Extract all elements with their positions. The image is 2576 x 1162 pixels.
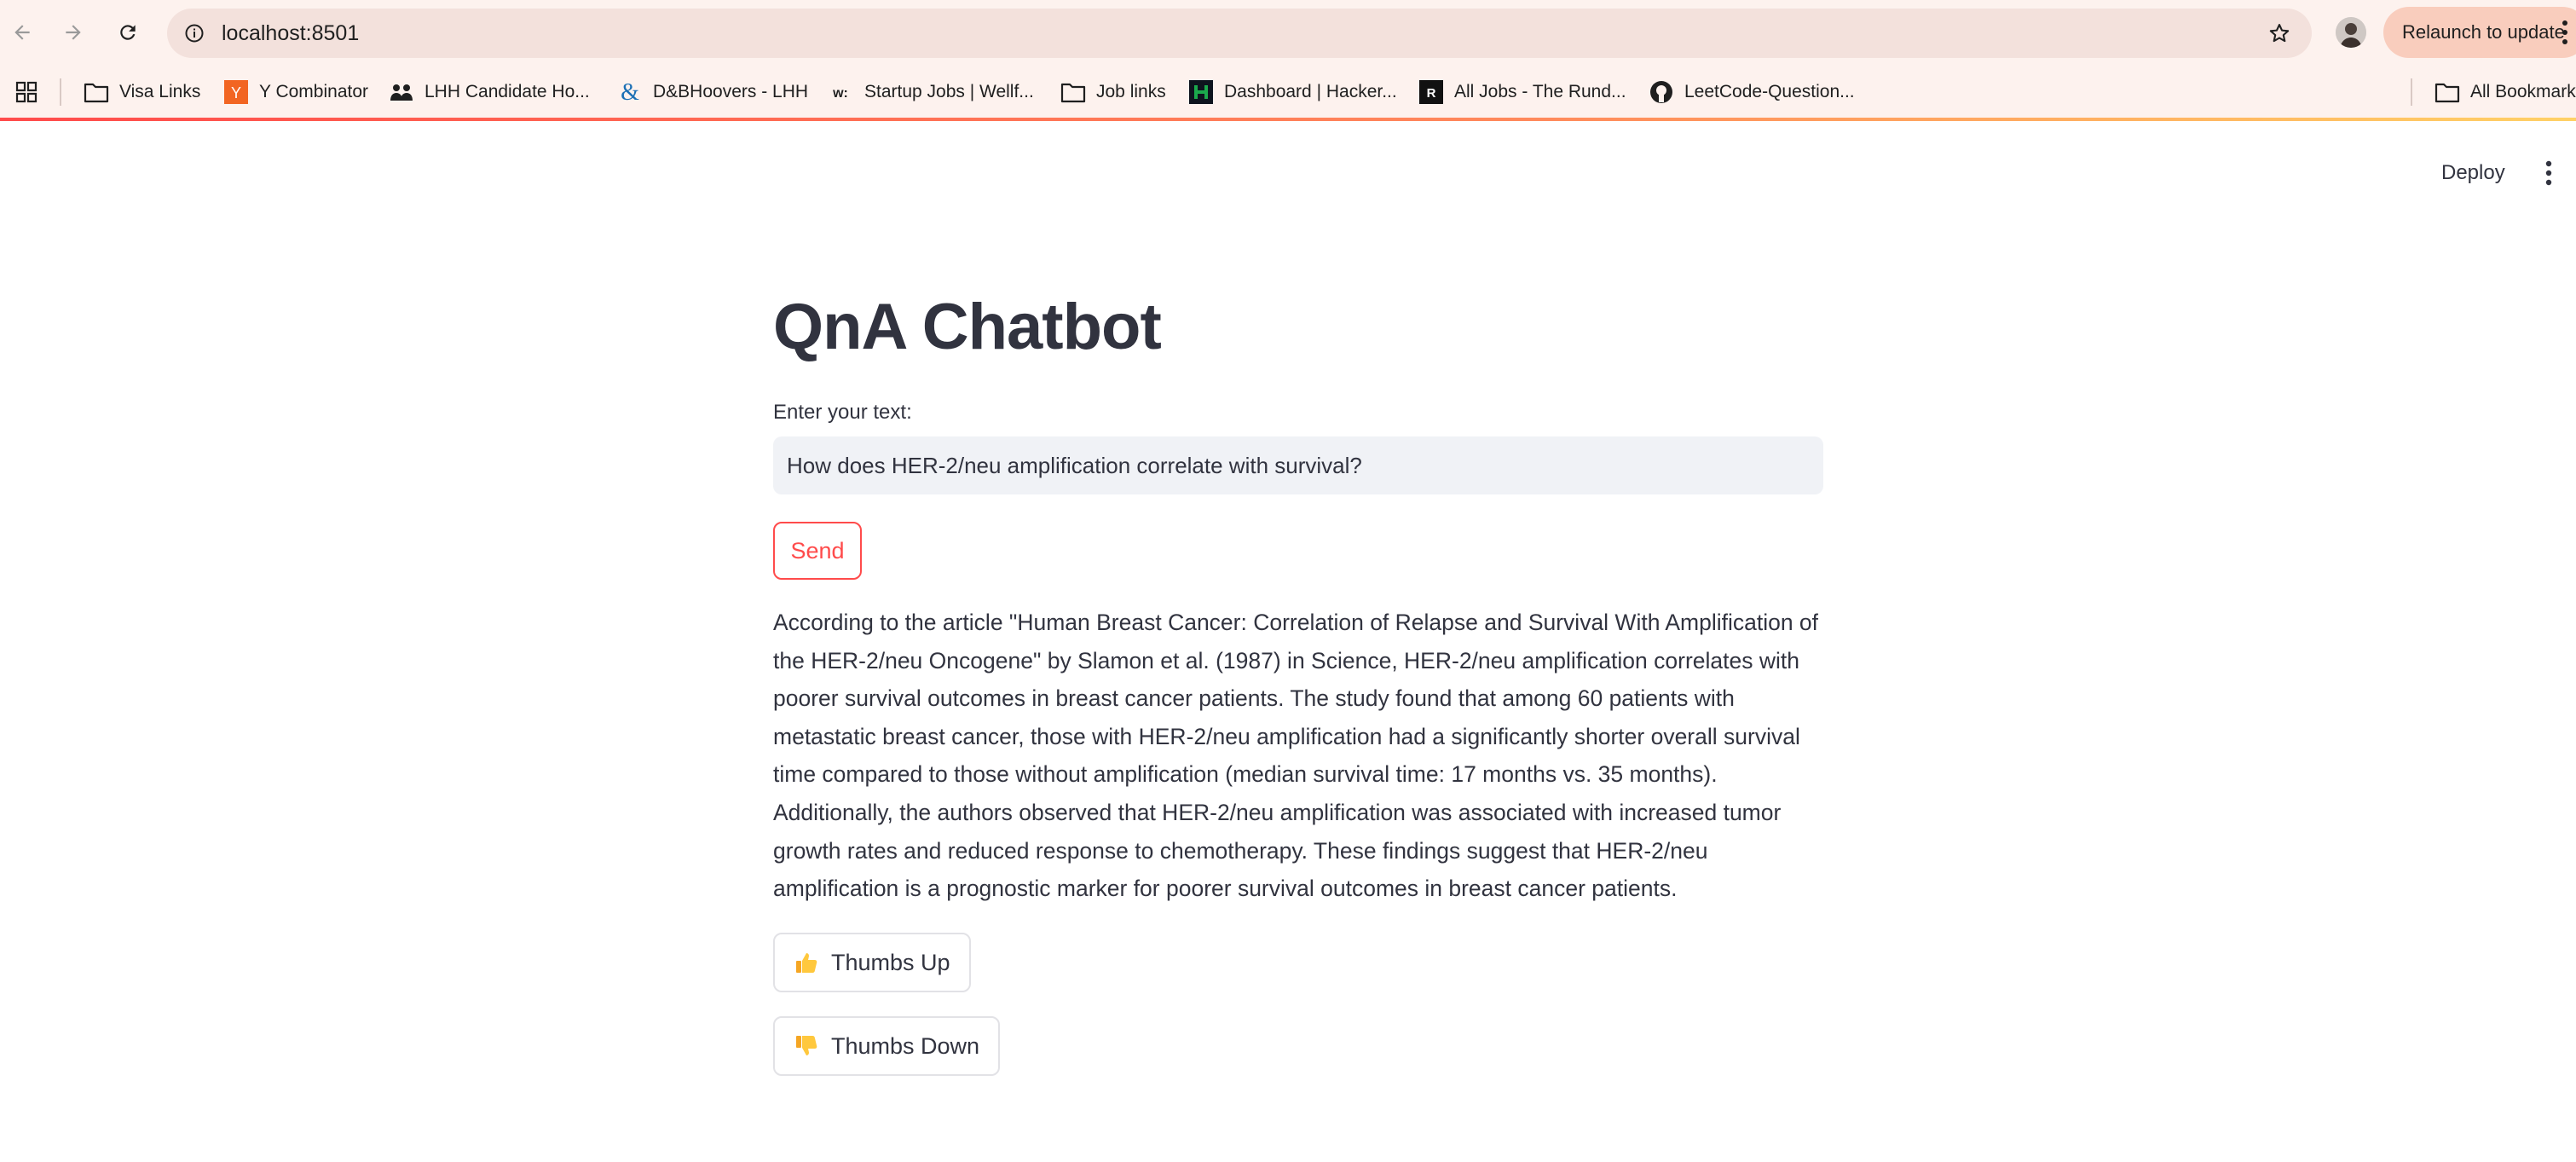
browser-toolbar: localhost:8501 Relaunch to update <box>0 0 2576 65</box>
bookmark-label: LeetCode-Question... <box>1684 82 1855 101</box>
bookmark-rundown[interactable]: R All Jobs - The Rund... <box>1418 65 1626 119</box>
send-button[interactable]: Send <box>773 522 862 580</box>
relaunch-button[interactable]: Relaunch to update <box>2383 7 2576 58</box>
site-info-icon[interactable] <box>181 20 208 47</box>
svg-text:Y: Y <box>231 84 241 101</box>
apps-grid-icon[interactable] <box>14 79 39 105</box>
profile-avatar[interactable] <box>2336 17 2366 48</box>
folder-icon <box>1060 79 1086 105</box>
thumbs-down-icon <box>796 1036 817 1055</box>
bookmark-label: LHH Candidate Ho... <box>425 82 590 101</box>
all-bookmarks[interactable]: All Bookmark <box>2434 65 2576 119</box>
chrome-menu-icon[interactable] <box>2561 19 2569 46</box>
question-input[interactable] <box>773 436 1823 494</box>
bookmark-hackerrank[interactable]: Dashboard | Hacker... <box>1188 65 1397 119</box>
hackerrank-icon <box>1188 79 1214 105</box>
bookmark-dnb-hoovers[interactable]: & D&BHoovers - LHH <box>617 65 808 119</box>
bookmark-lhh-candidate[interactable]: LHH Candidate Ho... <box>389 65 590 119</box>
back-button[interactable] <box>5 15 39 49</box>
address-bar[interactable]: localhost:8501 <box>167 9 2312 58</box>
bookmark-job-links[interactable]: Job links <box>1060 65 1166 119</box>
svg-text:&: & <box>621 80 639 104</box>
thumbs-up-label: Thumbs Up <box>831 949 950 975</box>
folder-icon <box>84 79 109 105</box>
bookmark-label: D&BHoovers - LHH <box>653 82 809 101</box>
bookmark-label: All Jobs - The Rund... <box>1454 82 1626 101</box>
answer-text: According to the article "Human Breast C… <box>773 610 1819 902</box>
thumbs-down-label: Thumbs Down <box>831 1032 980 1059</box>
main-menu-icon[interactable] <box>2538 159 2559 188</box>
bookmarks-divider <box>2411 78 2412 106</box>
arrow-right-icon <box>66 25 81 40</box>
all-bookmarks-label: All Bookmark <box>2470 82 2576 101</box>
arrow-left-icon <box>14 25 30 40</box>
reload-button[interactable] <box>111 15 145 49</box>
deploy-button[interactable]: Deploy <box>2428 152 2519 194</box>
bookmark-label: Y Combinator <box>259 82 369 101</box>
ycombinator-icon: Y <box>223 79 249 105</box>
input-label: Enter your text: <box>773 401 912 424</box>
bookmark-y-combinator[interactable]: Y Y Combinator <box>223 65 368 119</box>
header-decoration-line <box>0 118 2576 121</box>
bookmarks-divider <box>60 78 61 106</box>
svg-text:w:: w: <box>832 86 848 101</box>
rundown-icon: R <box>1418 79 1444 105</box>
people-icon <box>389 79 414 105</box>
bookmarks-bar: Visa Links Y Y Combinator LHH Candidate … <box>0 65 2576 119</box>
folder-icon <box>2434 79 2460 105</box>
forward-button[interactable] <box>56 15 90 49</box>
url-text[interactable]: localhost:8501 <box>222 9 359 58</box>
github-icon <box>1649 79 1674 105</box>
bookmark-label: Dashboard | Hacker... <box>1224 82 1397 101</box>
bookmark-label: Visa Links <box>119 82 201 101</box>
thumbs-down-button[interactable]: Thumbs Down <box>773 1016 1001 1076</box>
svg-text:R: R <box>1427 86 1436 101</box>
page-title: QnA Chatbot <box>773 291 1162 363</box>
bookmark-label: Job links <box>1096 82 1166 101</box>
bookmark-visa-links[interactable]: Visa Links <box>84 65 200 119</box>
dnb-icon: & <box>617 79 643 105</box>
bookmark-star-icon[interactable] <box>2266 20 2293 47</box>
wellfound-icon: w: <box>829 79 854 105</box>
thumbs-up-button[interactable]: Thumbs Up <box>773 933 971 992</box>
thumbs-up-icon <box>796 953 817 973</box>
bookmark-wellfound[interactable]: w: Startup Jobs | Wellf... <box>829 65 1034 119</box>
bookmark-leetcode[interactable]: LeetCode-Question... <box>1649 65 1855 119</box>
reload-icon <box>120 25 136 40</box>
bookmark-label: Startup Jobs | Wellf... <box>864 82 1034 101</box>
